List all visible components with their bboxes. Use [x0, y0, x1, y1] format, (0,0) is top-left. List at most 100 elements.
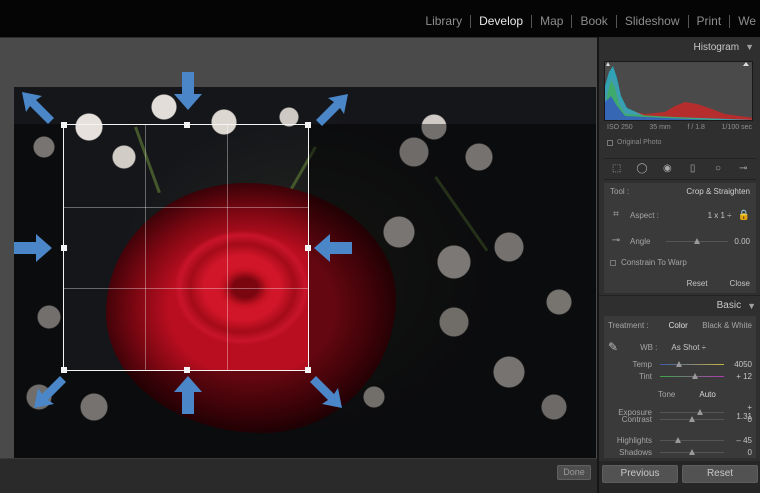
basic-panel: Treatment : Color Black & White ✎ WB : A…: [604, 316, 756, 458]
reset-button[interactable]: Reset: [682, 465, 758, 483]
crop-grid-line: [64, 288, 308, 290]
radial-filter-icon[interactable]: ○: [712, 163, 724, 175]
slider-knob[interactable]: [676, 361, 683, 367]
crop-frame[interactable]: [61, 122, 311, 373]
module-bar: Library Develop Map Book Slideshow Print…: [0, 0, 760, 37]
tint-label: Tint: [638, 372, 652, 381]
shadows-value[interactable]: 0: [732, 448, 752, 457]
module-slideshow[interactable]: Slideshow: [617, 14, 688, 28]
tool-name: Crop & Straighten: [686, 187, 750, 196]
angle-slider[interactable]: [666, 237, 729, 244]
aperture-value: f / 1.8: [687, 124, 705, 131]
arrow-up-icon: [174, 376, 202, 414]
treatment-color-option[interactable]: Color: [669, 321, 688, 330]
crop-grid-line: [226, 125, 228, 370]
tint-slider[interactable]: [660, 373, 724, 379]
tool-label: Tool :: [610, 187, 630, 196]
crop-handle-bottom[interactable]: [184, 367, 190, 373]
shadows-slider[interactable]: [660, 449, 724, 455]
original-photo-label: Original Photo: [617, 139, 662, 146]
crop-handle-right[interactable]: [305, 245, 311, 251]
aspect-select[interactable]: 1 x 1 ÷: [708, 211, 732, 220]
eyedropper-icon[interactable]: ✎: [608, 340, 618, 354]
temp-row: Temp 4050: [608, 360, 752, 369]
basic-header[interactable]: Basic ▼: [599, 295, 760, 315]
contrast-slider[interactable]: [660, 416, 724, 422]
crop-reset-button[interactable]: Reset: [687, 279, 708, 288]
module-map[interactable]: Map: [532, 14, 571, 28]
slider-knob[interactable]: [692, 373, 699, 379]
crop-grid-line: [145, 125, 147, 370]
exif-info: ISO 250 35 mm f / 1.8 1/100 sec: [607, 124, 752, 131]
module-develop[interactable]: Develop: [471, 14, 531, 28]
arrow-top-right-icon: [316, 94, 348, 126]
red-eye-icon[interactable]: ◉: [661, 163, 673, 175]
previous-button[interactable]: Previous: [602, 465, 678, 483]
tone-row: Tone Auto: [608, 390, 752, 399]
spot-removal-icon[interactable]: ◯: [636, 163, 648, 175]
histogram-graph: [605, 62, 752, 120]
basic-title: Basic: [716, 300, 742, 311]
arrow-left-icon: [314, 234, 352, 262]
highlights-value[interactable]: – 45: [732, 436, 752, 445]
crop-tool-icon[interactable]: ⬚: [611, 163, 623, 175]
treatment-bw-option[interactable]: Black & White: [702, 321, 752, 330]
contrast-value[interactable]: 0: [732, 415, 752, 424]
crop-frame-icon[interactable]: ⌗: [610, 209, 622, 221]
module-web[interactable]: We: [730, 14, 760, 28]
angle-row: ⊸ Angle 0.00: [610, 235, 750, 247]
shadows-row: Shadows 0: [608, 448, 752, 457]
constrain-checkbox[interactable]: [610, 259, 616, 266]
exposure-slider[interactable]: [660, 408, 724, 415]
histogram-header[interactable]: Histogram ▼: [599, 37, 760, 57]
shadows-label: Shadows: [619, 448, 652, 457]
slider-knob[interactable]: [694, 237, 701, 244]
straighten-tool-icon[interactable]: ⊸: [610, 235, 622, 247]
angle-label: Angle: [630, 236, 651, 246]
original-photo-toggle[interactable]: Original Photo: [607, 139, 661, 146]
slider-knob[interactable]: [689, 416, 695, 422]
brush-icon[interactable]: ⊸: [737, 163, 749, 175]
crop-close-button[interactable]: Close: [730, 279, 750, 288]
arrow-bottom-right-icon: [310, 376, 342, 408]
angle-value[interactable]: 0.00: [734, 237, 750, 246]
highlights-row: Highlights – 45: [608, 436, 752, 445]
histogram-title: Histogram: [693, 41, 740, 53]
highlights-slider[interactable]: [660, 437, 724, 443]
tool-row: Tool : Crop & Straighten: [610, 187, 750, 196]
temp-slider[interactable]: [660, 361, 724, 367]
module-library[interactable]: Library: [417, 14, 470, 28]
tool-strip: ⬚ ◯ ◉ ▯ ○ ⊸: [604, 158, 756, 180]
auto-tone-button[interactable]: Auto: [699, 390, 715, 399]
right-panel: Histogram ▼ ISO 250 35 mm f / 1.8 1/100 …: [597, 37, 760, 493]
crop-handle-top[interactable]: [184, 122, 190, 128]
constrain-label: Constrain To Warp: [621, 258, 687, 267]
graduated-filter-icon[interactable]: ▯: [687, 163, 699, 175]
aspect-row: ⌗ Aspect : 1 x 1 ÷ 🔒: [610, 209, 750, 221]
slider-knob[interactable]: [689, 449, 695, 455]
crop-handle-top-left[interactable]: [61, 122, 67, 128]
module-book[interactable]: Book: [572, 14, 615, 28]
constrain-row[interactable]: Constrain To Warp: [610, 258, 756, 267]
highlights-label: Highlights: [616, 436, 652, 445]
done-button[interactable]: Done: [557, 465, 591, 480]
contrast-label: Contrast: [621, 415, 652, 424]
crop-panel: Tool : Crop & Straighten ⌗ Aspect : 1 x …: [604, 183, 756, 293]
original-photo-checkbox[interactable]: [607, 139, 613, 146]
crop-handle-top-right[interactable]: [305, 122, 311, 128]
wb-select[interactable]: As Shot ÷: [671, 343, 706, 352]
slider-knob[interactable]: [696, 408, 703, 415]
collapse-triangle-icon[interactable]: ▼: [745, 42, 754, 52]
module-print[interactable]: Print: [689, 14, 730, 28]
wb-row: ✎ WB : As Shot ÷: [608, 340, 752, 354]
focal-length: 35 mm: [649, 124, 671, 131]
histogram: [604, 61, 753, 121]
treatment-row: Treatment : Color Black & White: [608, 321, 752, 330]
lock-icon[interactable]: 🔒: [738, 210, 750, 221]
slider-knob[interactable]: [674, 437, 681, 443]
collapse-triangle-icon[interactable]: ▼: [747, 301, 756, 311]
temp-value[interactable]: 4050: [732, 360, 752, 369]
crop-handle-left[interactable]: [61, 245, 67, 251]
tint-value[interactable]: + 12: [732, 372, 752, 381]
panel-footer: Previous Reset: [599, 461, 760, 493]
